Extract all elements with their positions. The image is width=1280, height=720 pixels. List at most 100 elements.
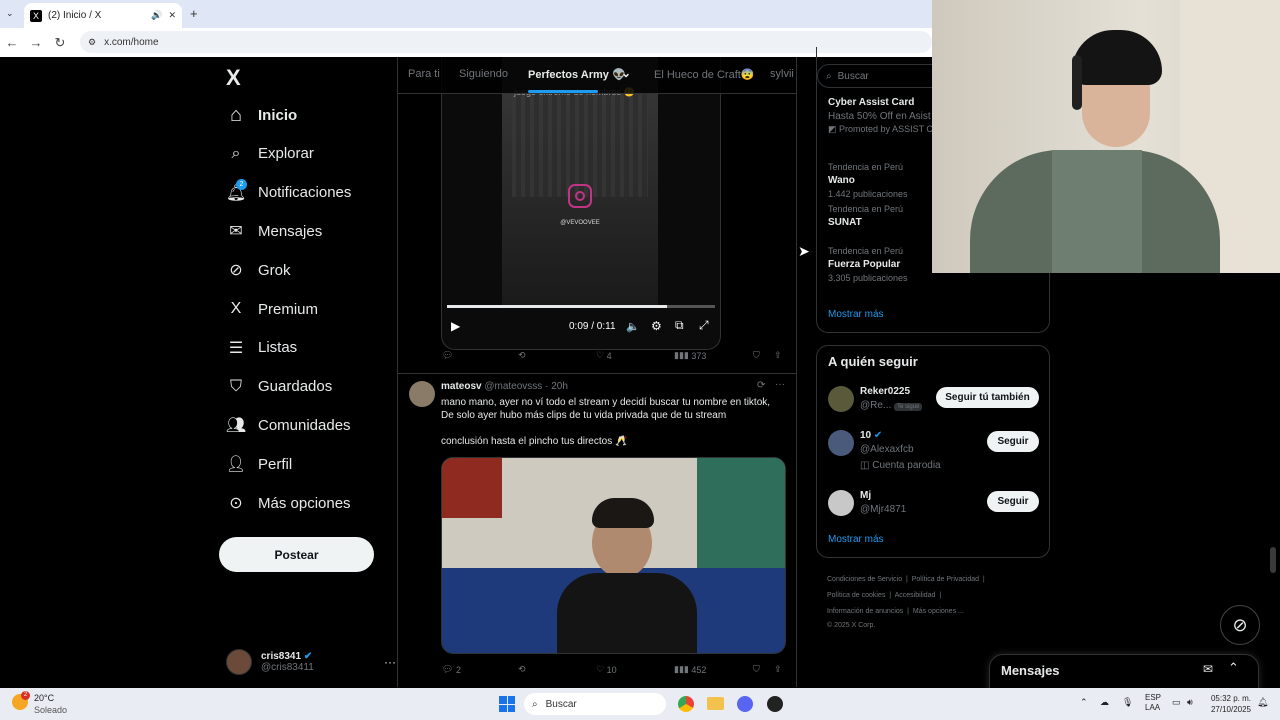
fullscreen-icon[interactable]: ⤢ [699, 318, 709, 333]
nav-item-comunidades[interactable]: 👥︎ Comunidades [226, 411, 351, 439]
share-icon[interactable]: ⇪ [774, 350, 782, 361]
like-button[interactable]: ♡ 10 [596, 664, 617, 675]
nav-item-guardados[interactable]: ⛉ Guardados [226, 373, 332, 401]
lang-1[interactable]: ESP [1145, 693, 1161, 703]
repost-icon[interactable]: ⟲ [518, 350, 526, 361]
settings-icon[interactable]: ⚙ [651, 319, 662, 333]
nav-item-m-s-opciones[interactable]: ⊙ Más opciones [226, 489, 350, 517]
trend-item[interactable]: Tendencia en Perú Fuerza Popular 3.305 pub… [828, 246, 908, 283]
follow-suggestion[interactable]: Reker0225 @Re... Te sigue Seguir tú tambié… [817, 384, 1049, 428]
tab-para-ti[interactable]: Para ti [408, 68, 440, 80]
nav-item-grok[interactable]: ⊘ Grok [226, 256, 290, 284]
pip-icon[interactable]: ⧉ [675, 318, 684, 333]
share-icon[interactable]: ⇪ [774, 664, 782, 675]
follow-name[interactable]: Reker0225 [860, 386, 910, 397]
start-icon[interactable] [499, 696, 515, 712]
notifications-icon[interactable]: 🔔︎ [1257, 697, 1268, 708]
account-switcher[interactable]: cris8341 ✔ @cris83411 ··· [226, 642, 396, 682]
bookmark-icon[interactable]: ⛉ [753, 664, 760, 675]
x-logo[interactable]: X [226, 65, 241, 91]
tweet-time[interactable]: · 20h [545, 381, 568, 392]
avatar[interactable] [828, 490, 854, 516]
post-button[interactable]: Postear [219, 537, 374, 572]
grok-fab-icon[interactable]: ⊘ [1220, 605, 1260, 645]
close-tab-icon[interactable]: ✕ [168, 10, 176, 21]
avatar[interactable] [828, 430, 854, 456]
discord-icon[interactable] [737, 696, 753, 712]
reload-icon[interactable]: ↻ [48, 35, 72, 51]
bookmark-icon[interactable]: ⛉ [753, 350, 760, 361]
back-icon[interactable]: ← [0, 35, 24, 50]
volume-icon[interactable]: 🔈 [626, 320, 640, 333]
video-progress-track[interactable] [447, 305, 715, 308]
network-icon[interactable]: ▭ [1172, 697, 1181, 708]
views-button[interactable]: ▮▮▮ 373 [674, 350, 706, 361]
follow-show-more[interactable]: Mostrar más [828, 534, 884, 545]
footer-link[interactable]: Información de anuncios [827, 608, 903, 615]
clock-date[interactable]: 27/10/2025 [1205, 704, 1251, 715]
tab-siguiendo[interactable]: Siguiendo [459, 68, 508, 80]
chevron-down-icon[interactable]: ⌄ [621, 66, 631, 80]
footer-link[interactable]: Política de Privacidad [912, 576, 979, 583]
nav-item-mensajes[interactable]: ✉ Mensajes [226, 217, 322, 245]
tweet-photo[interactable] [441, 457, 786, 654]
video-player[interactable]: juego extremo de nombres 🙂 @VEVOOVEE ▶ 0… [441, 57, 721, 350]
follow-name[interactable]: Mj [860, 490, 871, 501]
follow-button[interactable]: Seguir [987, 491, 1039, 512]
tweet[interactable]: mateosv @mateovsss · 20h ⟳ ··· mano mano… [398, 374, 796, 687]
follow-suggestion[interactable]: Mj @Mjr4871 Seguir [817, 488, 1049, 532]
trend-item[interactable]: Tendencia en Perú SUNAT [828, 204, 903, 231]
new-tab-button[interactable]: + [190, 6, 198, 21]
nav-item-listas[interactable]: ☰ Listas [226, 334, 297, 362]
footer-link[interactable]: Más opciones ... [913, 608, 964, 615]
forward-icon[interactable]: → [24, 35, 48, 50]
url-bar[interactable]: ⚙ x.com/home [80, 31, 932, 53]
nav-item-premium[interactable]: X Premium [226, 295, 318, 323]
tab-perfectos-army[interactable]: Perfectos Army 👽 [528, 68, 626, 81]
play-icon[interactable]: ▶ [451, 319, 460, 333]
tweet-more-icon[interactable]: ··· [775, 379, 785, 390]
reply-button[interactable]: 💬︎ 2 [442, 664, 461, 675]
footer-link[interactable]: Accesibilidad [895, 592, 936, 599]
scrollbar-thumb[interactable] [1270, 547, 1276, 573]
onedrive-icon[interactable]: ☁ [1100, 697, 1109, 708]
site-info-icon[interactable]: ⚙ [88, 37, 96, 48]
follow-name[interactable]: 10 [860, 430, 871, 441]
nav-item-notificaciones[interactable]: 🔔︎ 2 Notificaciones [226, 178, 351, 207]
chrome-icon[interactable] [678, 696, 694, 712]
tray-chevron-icon[interactable]: ⌃ [1080, 697, 1088, 708]
expand-up-icon[interactable]: ⌃ [1228, 660, 1239, 676]
footer-link[interactable]: Política de cookies [827, 592, 885, 599]
speaker-icon[interactable]: 🔊︎ [1187, 697, 1193, 708]
tab-sylvii[interactable]: sylvii [770, 68, 794, 80]
follow-suggestion[interactable]: 10 ✔ @Alexaxfcb ◫ Cuenta parodia Seguir [817, 428, 1049, 472]
tweet-author-handle[interactable]: @mateovsss [484, 381, 542, 392]
file-explorer-icon[interactable] [707, 697, 724, 710]
repost-icon[interactable]: ⟲ [518, 664, 526, 675]
footer-link[interactable]: Condiciones de Servicio [827, 576, 902, 583]
promoted-trend[interactable]: Cyber Assist Card Hasta 50% Off en Asist… [828, 97, 939, 135]
follow-button[interactable]: Seguir tú también [936, 387, 1039, 408]
tab-hueco-de-craft[interactable]: El Hueco de Craft😨 [654, 68, 755, 81]
views-button[interactable]: ▮▮▮ 452 [674, 664, 706, 675]
browser-tab[interactable]: X (2) Inicio / X 🔊 ✕ [24, 3, 182, 28]
grok-icon[interactable]: ⟳ [757, 380, 765, 391]
more-icon[interactable]: ··· [384, 655, 396, 669]
new-message-icon[interactable]: ✉ [1203, 662, 1213, 676]
tweet-avatar[interactable] [409, 381, 435, 407]
obs-icon[interactable] [767, 696, 783, 712]
follow-button[interactable]: Seguir [987, 431, 1039, 452]
clock-time[interactable]: 05:32 p. m. [1205, 693, 1251, 704]
trend-item[interactable]: Tendencia en Perú Wano 1.442 publicaciones [828, 162, 908, 199]
taskbar-search[interactable]: ⌕ Buscar [524, 693, 666, 715]
audio-icon[interactable]: 🔊 [151, 10, 162, 21]
mic-icon[interactable]: 🎙︎ [1122, 697, 1133, 708]
tweet-author-name[interactable]: mateosv [441, 381, 482, 392]
avatar[interactable] [828, 386, 854, 412]
reply-icon[interactable]: 💬︎ [442, 350, 453, 361]
nav-item-perfil[interactable]: 👤︎ Perfil [226, 450, 292, 478]
nav-item-explorar[interactable]: ⌕ Explorar [226, 140, 314, 168]
trends-show-more[interactable]: Mostrar más [828, 309, 884, 320]
like-button[interactable]: ♡ 4 [596, 350, 612, 361]
lang-2[interactable]: LAA [1145, 703, 1161, 713]
